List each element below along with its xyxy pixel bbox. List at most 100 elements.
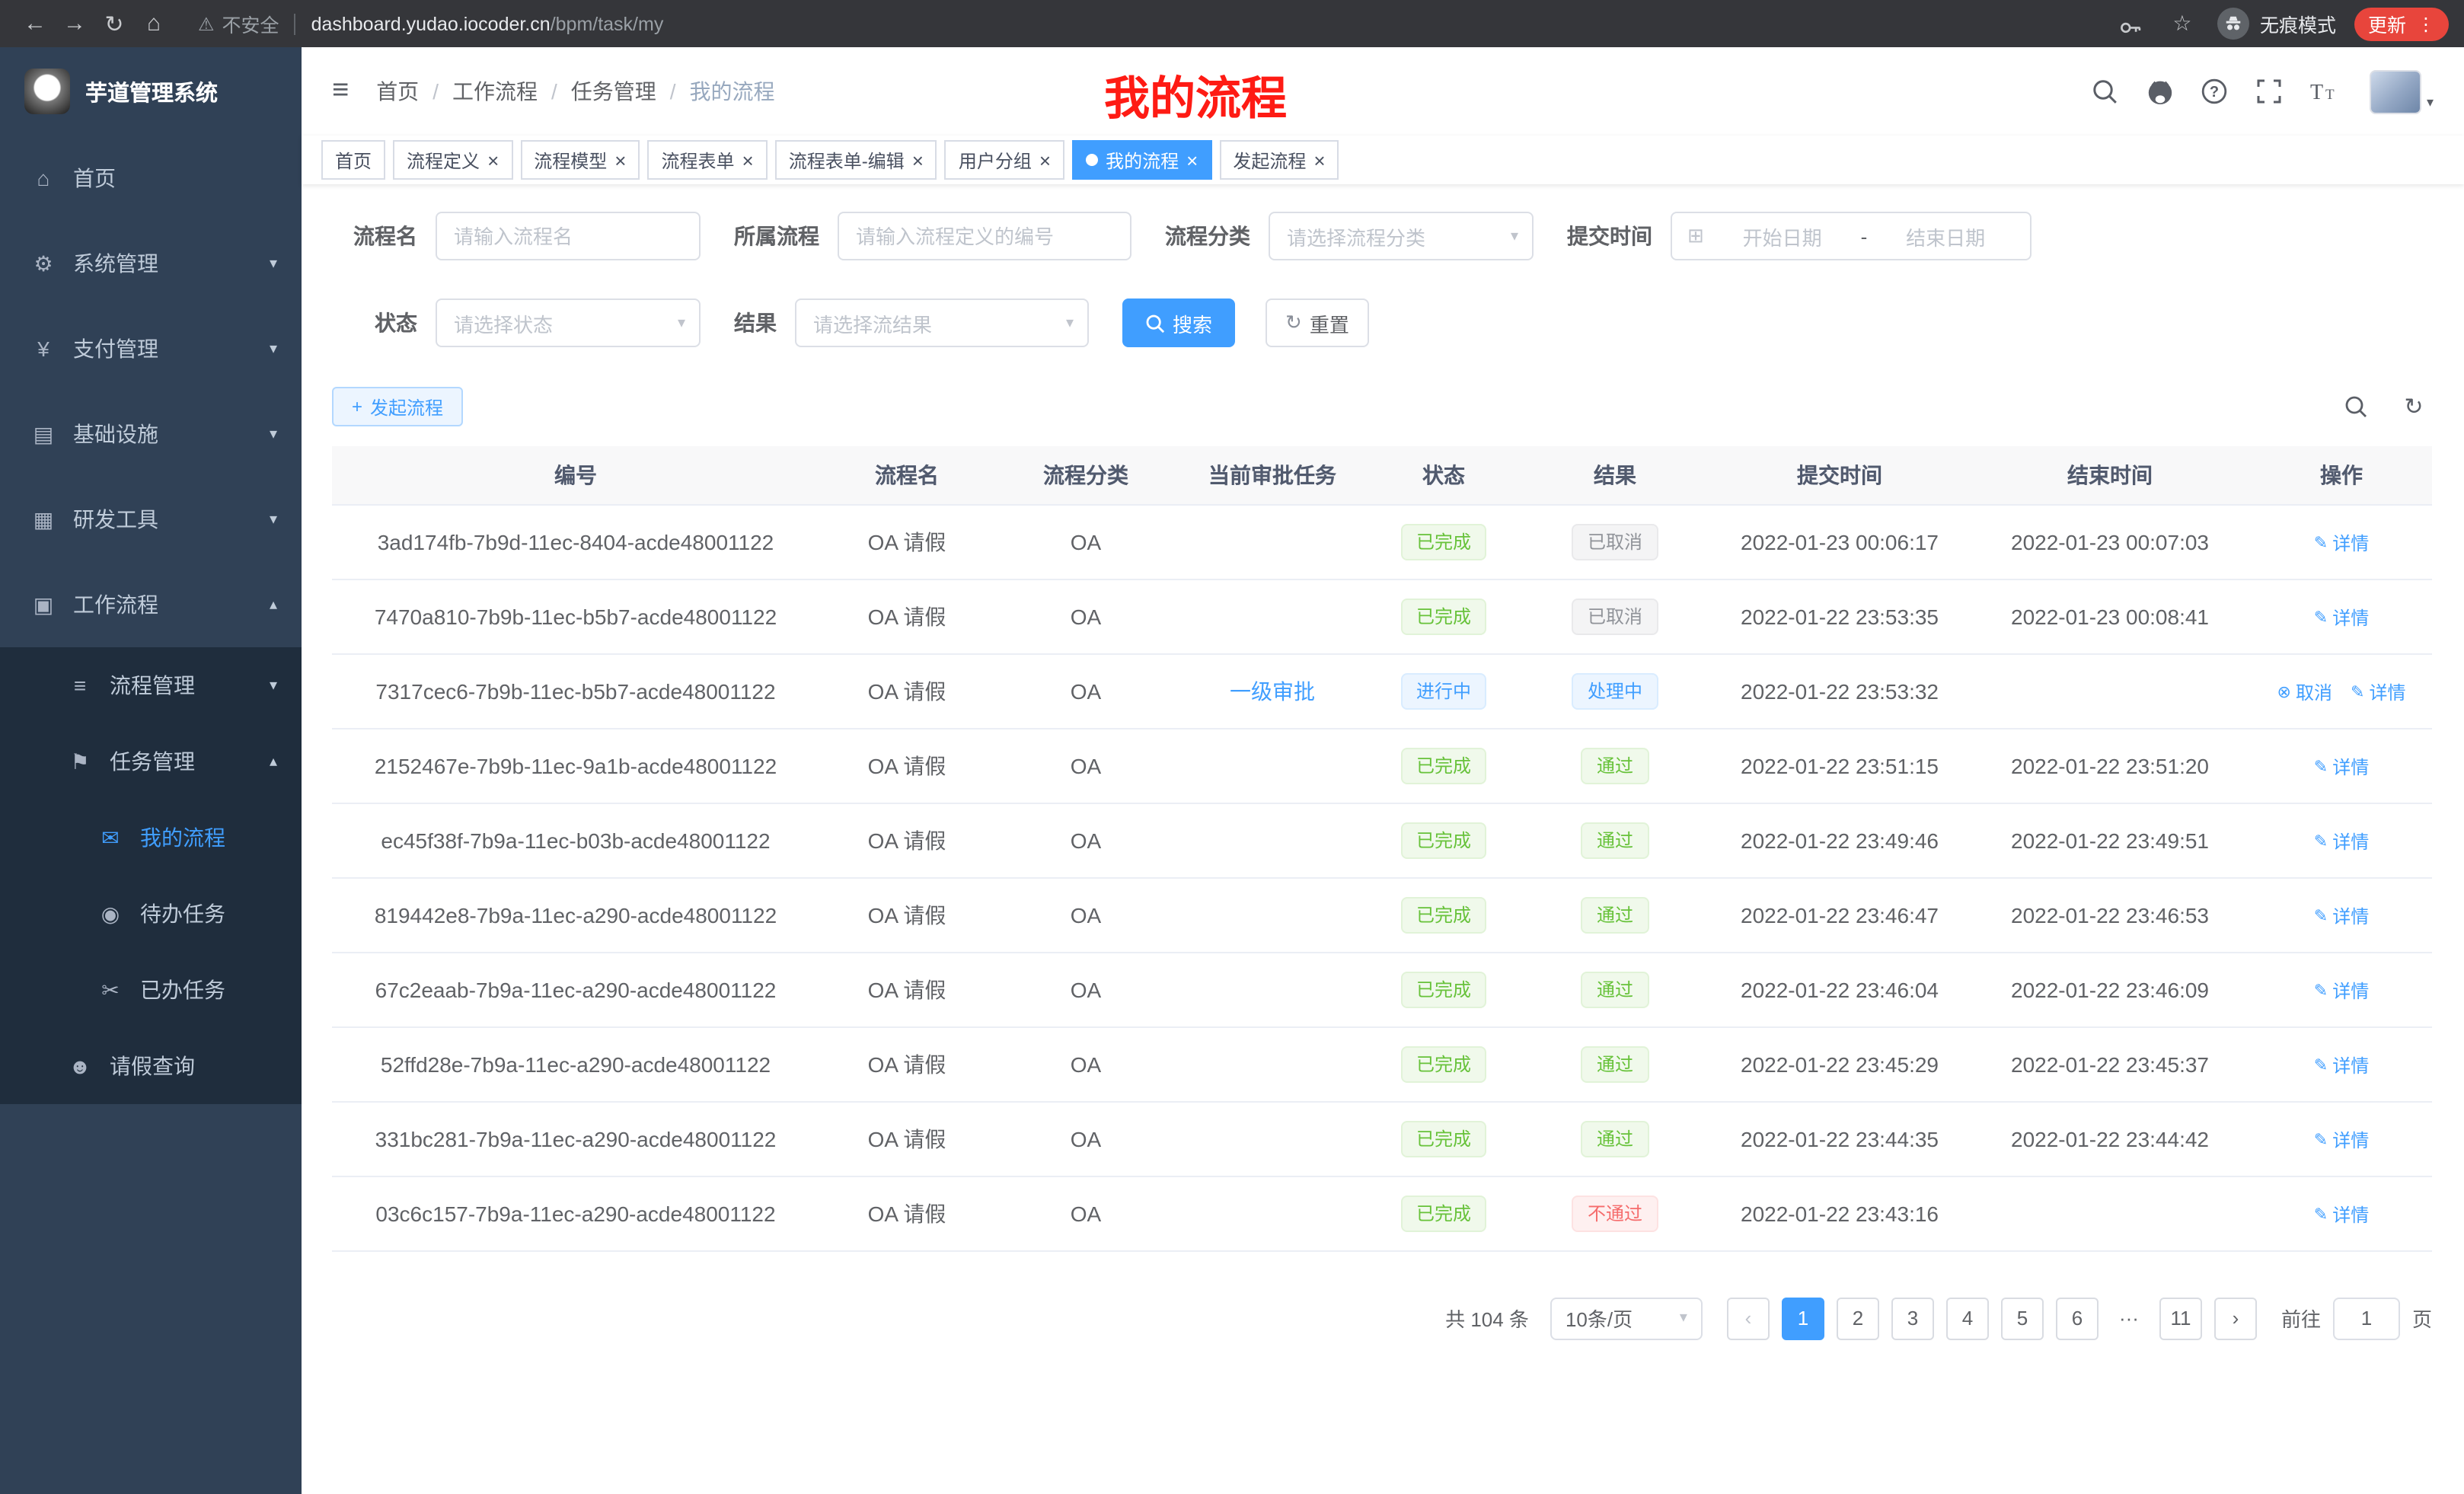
page-button-11[interactable]: 11 [2159,1297,2202,1339]
sidebar-item-system[interactable]: ⚙ 系统管理 ▾ [0,221,302,306]
chevron-down-icon: ▾ [678,314,685,331]
jump-page-input[interactable] [2333,1297,2400,1339]
cell-status: 已完成 [1368,1176,1520,1250]
sidebar-item-devtools[interactable]: ▦ 研发工具 ▾ [0,477,302,562]
help-icon[interactable]: ? [2200,76,2230,107]
key-icon[interactable] [2114,7,2147,40]
security-indicator[interactable]: ⚠ 不安全 [198,9,279,38]
tab-close-icon[interactable]: × [614,150,626,170]
tab-close-icon[interactable]: × [912,150,924,170]
sidebar-item-payment[interactable]: ¥ 支付管理 ▾ [0,306,302,391]
tab-流程表单-编辑[interactable]: 流程表单-编辑× [775,140,937,180]
sidebar-item-todo-tasks[interactable]: ◉ 待办任务 [0,876,302,952]
next-page-button[interactable]: › [2214,1297,2257,1339]
page-ellipsis[interactable]: ··· [2111,1307,2147,1330]
process-name-input[interactable] [436,212,701,260]
tab-流程表单[interactable]: 流程表单× [647,140,767,180]
submit-time-range-picker[interactable]: ⊞ 开始日期 - 结束日期 [1671,212,2032,260]
detail-action-link[interactable]: ✎详情 [2314,1126,2369,1152]
sidebar-item-leave-query[interactable]: ☻ 请假查询 [0,1028,302,1104]
bookmark-star-icon[interactable]: ☆ [2166,7,2199,40]
tab-label: 发起流程 [1233,147,1306,173]
cell-category: OA [994,1176,1177,1250]
detail-action-link[interactable]: ✎详情 [2314,1201,2369,1227]
detail-action-link[interactable]: ✎详情 [2351,678,2405,704]
sidebar-item-my-process[interactable]: ✉ 我的流程 [0,800,302,876]
sidebar-item-process-mgmt[interactable]: ≡ 流程管理 ▾ [0,647,302,723]
detail-action-link[interactable]: ✎详情 [2314,753,2369,779]
sidebar-item-home[interactable]: ⌂ 首页 [0,136,302,221]
cell-result: 已取消 [1520,579,1710,653]
hide-search-icon[interactable] [2338,388,2374,425]
breadcrumb-item[interactable]: 首页 [376,76,419,107]
tab-close-icon[interactable]: × [1039,150,1051,170]
tab-close-icon[interactable]: × [487,150,499,170]
reload-icon[interactable]: ↻ [94,4,134,43]
detail-action-link[interactable]: ✎详情 [2314,604,2369,630]
page-size-select[interactable]: 10条/页 ▾ [1550,1297,1703,1339]
tab-close-icon[interactable]: × [1313,150,1325,170]
breadcrumb-item[interactable]: 工作流程 [452,76,538,107]
page-button-1[interactable]: 1 [1782,1297,1824,1339]
sidebar-item-label: 流程管理 [110,670,270,701]
page-button-3[interactable]: 3 [1891,1297,1934,1339]
user-menu[interactable]: ▾ [2370,69,2434,113]
chevron-down-icon: ▾ [270,426,277,442]
svg-text:T: T [2326,87,2335,103]
detail-action-link[interactable]: ✎详情 [2314,902,2369,928]
header-icons: ? TT ▾ [2090,69,2434,113]
category-select[interactable]: 请选择流程分类 ▾ [1269,212,1534,260]
cell-current-task [1177,803,1368,877]
reset-button[interactable]: ↻ 重置 [1266,298,1369,347]
cell-actions: ✎详情 [2251,579,2432,653]
cancel-action-link[interactable]: ⊗取消 [2277,678,2332,704]
result-tag: 不通过 [1572,1195,1658,1231]
sidebar-item-label: 已办任务 [140,975,277,1005]
sidebar-item-done-tasks[interactable]: ✂ 已办任务 [0,952,302,1028]
sidebar-item-infrastructure[interactable]: ▤ 基础设施 ▾ [0,391,302,477]
owner-process-input[interactable] [838,212,1131,260]
update-button[interactable]: 更新 ⋮ [2354,7,2449,40]
search-icon[interactable] [2090,76,2121,107]
app-title: 芋道管理系统 [85,75,218,107]
hamburger-icon[interactable]: ≡ [332,75,349,108]
detail-action-link[interactable]: ✎详情 [2314,828,2369,854]
font-size-icon[interactable]: TT [2309,76,2340,107]
tab-首页[interactable]: 首页 [321,140,385,180]
page-button-5[interactable]: 5 [2001,1297,2044,1339]
page-button-2[interactable]: 2 [1837,1297,1879,1339]
sidebar-item-workflow[interactable]: ▣ 工作流程 ▴ [0,562,302,647]
tab-我的流程[interactable]: 我的流程× [1072,140,1211,180]
home-nav-icon[interactable]: ⌂ [134,4,174,43]
tab-流程定义[interactable]: 流程定义× [393,140,512,180]
prev-page-button[interactable]: ‹ [1727,1297,1770,1339]
github-icon[interactable] [2145,76,2175,107]
tab-发起流程[interactable]: 发起流程 × [1219,140,1339,180]
detail-action-link[interactable]: ✎详情 [2314,529,2369,555]
breadcrumb-item[interactable]: 任务管理 [571,76,656,107]
fullscreen-icon[interactable] [2255,76,2285,107]
status-select[interactable]: 请选择状态 ▾ [436,298,701,347]
detail-action-link[interactable]: ✎详情 [2314,1052,2369,1077]
refresh-table-icon[interactable]: ↻ [2395,388,2432,425]
tab-close-icon[interactable]: × [1186,150,1198,170]
status-tag: 已完成 [1401,598,1486,634]
tab-close-icon[interactable]: × [742,150,754,170]
create-process-button[interactable]: + 发起流程 [332,387,463,426]
current-task-link[interactable]: 一级审批 [1230,678,1315,703]
page-button-4[interactable]: 4 [1946,1297,1989,1339]
detail-action-link[interactable]: ✎详情 [2314,977,2369,1003]
tab-流程模型[interactable]: 流程模型× [520,140,640,180]
search-button[interactable]: 搜索 [1122,298,1235,347]
browser-menu-icon[interactable]: ⋮ [2417,13,2435,34]
back-icon[interactable]: ← [15,4,55,43]
address-bar[interactable]: ⚠ 不安全 dashboard.yudao.iocoder.cn /bpm/ta… [198,9,663,38]
forward-icon[interactable]: → [55,4,94,43]
page-button-6[interactable]: 6 [2056,1297,2099,1339]
page-number-list: 123456 ··· 11 [1782,1297,2202,1339]
sidebar-item-task-mgmt[interactable]: ⚑ 任务管理 ▴ [0,723,302,800]
logo[interactable]: 芋道管理系统 [0,47,302,136]
cell-process-name: OA 请假 [819,803,994,877]
result-select[interactable]: 请选择流结果 ▾ [795,298,1089,347]
tab-用户分组[interactable]: 用户分组× [945,140,1064,180]
